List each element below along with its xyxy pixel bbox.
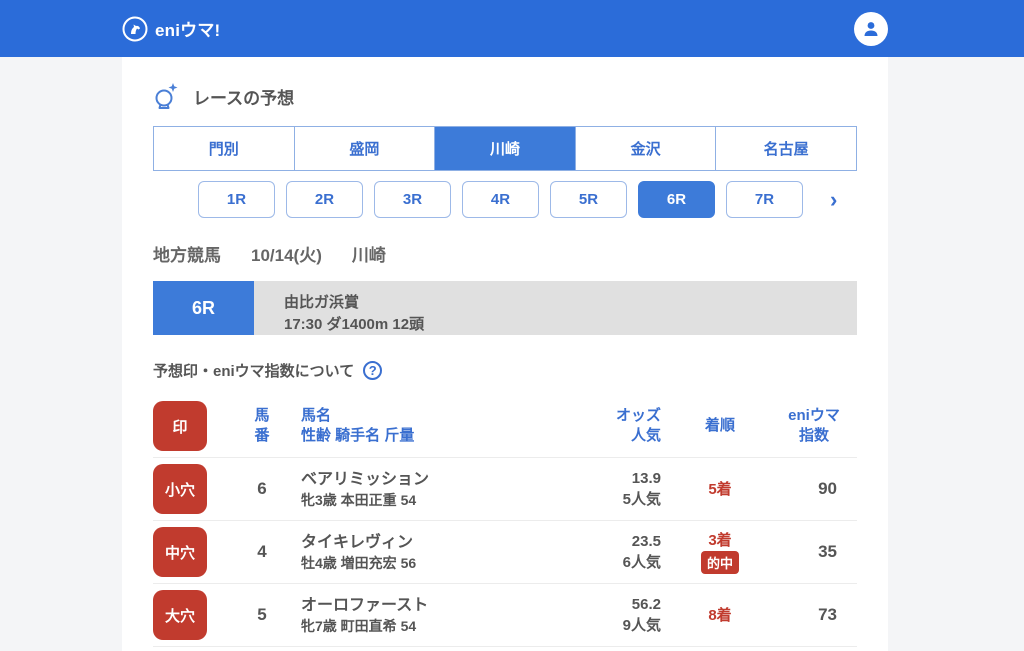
race-button-1r[interactable]: 1R [198,181,275,218]
section-title-row: レースの予想 [153,82,857,110]
page-title: レースの予想 [193,88,295,108]
user-avatar-button[interactable] [854,11,888,46]
track-tab-monbetsu[interactable]: 門別 [154,127,294,170]
horse-name-cell: ベアリミッション 牝3歳 本田正重 54 [301,469,551,510]
popularity: 6人気 [622,554,661,571]
meta-category: 地方競馬 [153,246,221,265]
eniuma-index: 90 [818,479,837,498]
horse-name-cell: オーロファースト 牝7歳 町田直希 54 [301,595,551,636]
race-button-3r[interactable]: 3R [374,181,451,218]
help-icon[interactable]: ? [363,361,383,380]
prediction-table: 印 馬 番 馬名 性齢 騎手名 斤量 オッズ 人気 着順 eniウマ 指数 小穴… [153,395,857,647]
horse-name-cell: タイキレヴィン 牡4歳 増田充宏 56 [301,532,551,573]
popularity: 9人気 [622,617,661,634]
horse-number: 5 [257,605,267,624]
app-header: eniウマ! [0,0,1024,57]
prediction-mark-badge: 大穴 [153,590,207,640]
race-details: 17:30 ダ1400m 12頭 [284,315,425,333]
table-row: 小穴 6 ベアリミッション 牝3歳 本田正重 54 13.9 5人気 5着 90 [153,458,857,521]
race-button-5r[interactable]: 5R [550,181,627,218]
meta-track: 川崎 [351,246,386,265]
finish-rank: 3着 [708,531,732,549]
finish-rank: 5着 [708,480,732,498]
race-button-6r[interactable]: 6R [638,181,715,218]
about-row: 予想印・eniウマ指数について ? [153,360,857,381]
race-button-4r[interactable]: 4R [462,181,539,218]
race-meta-row: 地方競馬 10/14(火) 川崎 [153,241,857,266]
main-content-card: レースの予想 門別 盛岡 川崎 金沢 名古屋 1R 2R 3R 4R 5R 6R… [122,57,888,651]
finish-rank-cell: 3着 的中 [661,531,779,574]
horse-number: 6 [257,479,267,498]
track-tab-kawasaki[interactable]: 川崎 [434,127,575,170]
app-logo[interactable]: eniウマ! [122,16,220,42]
odds-value: 56.2 [631,596,661,613]
popularity: 5人気 [622,491,661,508]
track-tabs: 門別 盛岡 川崎 金沢 名古屋 [153,126,857,171]
crystal-ball-icon [155,83,178,109]
race-number-row: 1R 2R 3R 4R 5R 6R 7R › [153,181,857,218]
hit-badge: 的中 [700,550,739,574]
header-odds: オッズ 人気 [615,407,661,444]
header-mark-badge: 印 [153,401,207,451]
eniuma-index: 73 [818,605,837,624]
horse-name: タイキレヴィン [301,533,414,551]
track-tab-nagoya[interactable]: 名古屋 [715,127,856,170]
horse-logo-icon [122,16,148,41]
odds-value: 23.5 [631,533,661,550]
prediction-mark-badge: 中穴 [153,527,207,577]
horse-number: 4 [257,542,267,561]
prediction-mark-badge: 小穴 [153,464,207,514]
horse-name: オーロファースト [301,596,429,614]
odds-cell: 23.5 6人気 [551,531,661,573]
header-finish-rank: 着順 [704,417,735,434]
header-horse-number: 馬 番 [254,407,270,444]
race-button-7r[interactable]: 7R [726,181,803,218]
header-eniuma-index: eniウマ 指数 [788,407,840,444]
table-row: 大穴 5 オーロファースト 牝7歳 町田直希 54 56.2 9人気 8着 73 [153,584,857,647]
finish-rank: 8着 [708,606,732,624]
race-banner-body: 由比ガ浜賞 17:30 ダ1400m 12頭 [254,281,857,335]
odds-cell: 13.9 5人気 [551,468,661,510]
header-horse-name: 馬名 性齢 騎手名 斤量 [301,407,415,444]
table-header-row: 印 馬 番 馬名 性齢 騎手名 斤量 オッズ 人気 着順 eniウマ 指数 [153,395,857,458]
more-races-chevron-icon[interactable]: › [830,188,837,211]
race-banner: 6R 由比ガ浜賞 17:30 ダ1400m 12頭 [153,281,857,335]
odds-value: 13.9 [631,470,661,487]
track-tab-kanazawa[interactable]: 金沢 [574,127,716,170]
horse-name: ベアリミッション [301,470,430,488]
odds-cell: 56.2 9人気 [551,594,661,636]
table-row: 中穴 4 タイキレヴィン 牡4歳 増田充宏 56 23.5 6人気 3着 的中 … [153,521,857,584]
meta-date: 10/14(火) [251,246,322,265]
race-name: 由比ガ浜賞 [284,293,360,311]
about-label: 予想印・eniウマ指数について [153,363,355,380]
horse-profile: 牝3歳 本田正重 54 [301,491,417,508]
app-logo-text: eniウマ! [155,21,221,40]
finish-rank-cell: 5着 [661,480,779,499]
race-button-2r[interactable]: 2R [286,181,363,218]
eniuma-index: 35 [818,542,837,561]
horse-profile: 牝7歳 町田直希 54 [301,617,417,634]
race-banner-number: 6R [153,281,254,335]
person-icon [864,21,878,36]
finish-rank-cell: 8着 [661,606,779,625]
horse-profile: 牡4歳 増田充宏 56 [301,554,417,571]
track-tab-morioka[interactable]: 盛岡 [293,127,435,170]
